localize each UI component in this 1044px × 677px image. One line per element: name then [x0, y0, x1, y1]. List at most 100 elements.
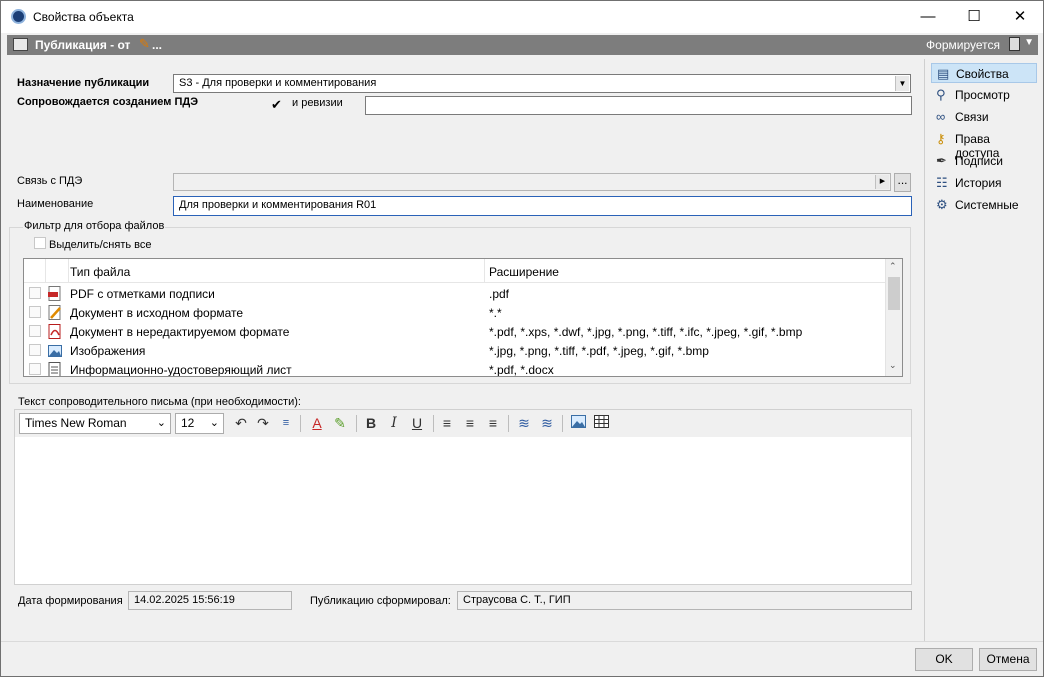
maximize-icon[interactable]: ☐ — [951, 1, 997, 33]
row-type: Информационно-удостоверяющий лист — [70, 363, 292, 377]
row-checkbox[interactable] — [29, 306, 41, 318]
sidebar-item-history[interactable]: ☷ История — [931, 173, 1037, 193]
column-header-type[interactable]: Тип файла — [70, 265, 130, 279]
sidebar-item-signatures[interactable]: ✒ Подписи — [931, 151, 1037, 171]
ok-button[interactable]: OK — [915, 648, 973, 671]
sidebar-nav: ▤ Свойства ⚲ Просмотр ∞ Связи ⚷ Права до… — [931, 63, 1039, 223]
sidebar-item-label: Системные — [955, 198, 1019, 212]
row-ext: *.jpg, *.png, *.tiff, *.pdf, *.jpeg, *.g… — [489, 344, 709, 358]
font-select[interactable]: Times New Roman ⌄ — [19, 413, 171, 434]
name-field[interactable]: Для проверки и комментирования R01 — [173, 196, 912, 216]
image-icon — [48, 343, 62, 358]
row-ext: *.* — [489, 306, 502, 320]
editor-toolbar: Times New Roman ⌄ 12 ⌄ ↶ ↷ ≡ A ✎ B I U ≡… — [15, 410, 911, 437]
sidebar-item-links[interactable]: ∞ Связи — [931, 107, 1037, 127]
sidebar-item-access[interactable]: ⚷ Права доступа — [931, 129, 1037, 161]
sidebar-item-label: История — [955, 176, 1002, 190]
status-text: Формируется — [926, 38, 1000, 52]
title-ellipsis: ... — [152, 38, 163, 52]
name-label: Наименование — [17, 198, 94, 210]
author-label: Публикацию сформировал: — [310, 595, 451, 607]
chevron-down-icon[interactable]: ⌄ — [210, 414, 219, 433]
table-row[interactable]: Документ в исходном формате *.* — [24, 303, 886, 322]
revision-field[interactable] — [365, 96, 912, 115]
letter-editor: Times New Roman ⌄ 12 ⌄ ↶ ↷ ≡ A ✎ B I U ≡… — [14, 409, 912, 585]
file-type-table: Тип файла Расширение PDF с отметками под… — [23, 258, 903, 377]
select-all-checkbox[interactable] — [34, 237, 46, 249]
publication-title: Публикация - от — [35, 38, 131, 52]
table-row[interactable]: Информационно-удостоверяющий лист *.pdf,… — [24, 360, 886, 377]
chevron-down-icon[interactable]: ⌄ — [889, 360, 897, 371]
sidebar-item-label: Подписи — [955, 154, 1003, 168]
italic-icon[interactable]: I — [384, 414, 404, 433]
table-row[interactable]: Документ в нередактируемом формате *.pdf… — [24, 322, 886, 341]
history-icon: ☷ — [936, 175, 948, 190]
align-left-icon[interactable]: ≡ — [437, 414, 457, 433]
pdf-icon — [48, 324, 62, 339]
system-icon: ⚙ — [936, 197, 948, 212]
sidebar-item-preview[interactable]: ⚲ Просмотр — [931, 85, 1037, 105]
status-menu-icon[interactable] — [1009, 37, 1020, 51]
highlight-icon[interactable]: ✎ — [330, 414, 350, 433]
sidebar-item-label: Свойства — [956, 67, 1009, 81]
filter-title: Фильтр для отбора файлов — [23, 220, 166, 232]
doc-edit-icon — [48, 305, 62, 320]
minimize-icon[interactable]: — — [905, 1, 951, 33]
title-bar: Свойства объекта — ☐ ✕ — [1, 1, 1043, 33]
table-scrollbar[interactable]: ⌃ ⌄ — [885, 259, 902, 376]
pde-label: Сопровождается созданием ПДЭ — [17, 96, 199, 108]
properties-window: Свойства объекта — ☐ ✕ Публикация - от ✎… — [0, 0, 1044, 677]
undo-icon[interactable]: ↶ — [231, 414, 251, 433]
size-select[interactable]: 12 ⌄ — [175, 413, 224, 434]
align-center-icon[interactable]: ≡ — [460, 414, 480, 433]
link-icon: ∞ — [936, 109, 946, 124]
row-type: Документ в нередактируемом формате — [70, 325, 290, 339]
table-row[interactable]: Изображения *.jpg, *.png, *.tiff, *.pdf,… — [24, 341, 886, 360]
chevron-down-icon[interactable]: ▼ — [895, 76, 909, 91]
sidebar-item-system[interactable]: ⚙ Системные — [931, 195, 1037, 215]
bullet-list-icon[interactable]: ≋ — [537, 414, 557, 433]
underline-icon[interactable]: U — [407, 414, 427, 433]
chevron-down-icon[interactable]: ⌄ — [157, 414, 166, 433]
sidebar-item-label: Связи — [955, 110, 989, 124]
chevron-right-icon[interactable]: ▶ — [875, 175, 889, 189]
bold-icon[interactable]: B — [361, 414, 381, 433]
row-checkbox[interactable] — [29, 287, 41, 299]
sidebar-item-properties[interactable]: ▤ Свойства — [931, 63, 1037, 83]
insert-table-icon[interactable] — [591, 414, 611, 433]
purpose-select[interactable]: S3 - Для проверки и комментирования ▼ — [173, 74, 911, 93]
purpose-value: S3 - Для проверки и комментирования — [179, 77, 377, 89]
chevron-down-icon[interactable]: ▼ — [1024, 37, 1034, 48]
scrollbar-thumb[interactable] — [888, 277, 900, 310]
cancel-button[interactable]: Отмена — [979, 648, 1037, 671]
table-row[interactable]: PDF с отметками подписи .pdf — [24, 284, 886, 303]
date-label: Дата формирования — [18, 595, 123, 607]
pde-link-field[interactable]: ▶ — [173, 173, 891, 191]
sidebar-item-label: Просмотр — [955, 88, 1010, 102]
pde-link-browse-button[interactable]: ... — [894, 173, 911, 192]
align-right-icon[interactable]: ≡ — [483, 414, 503, 433]
insert-image-icon[interactable] — [568, 414, 588, 433]
row-type: PDF с отметками подписи — [70, 287, 215, 301]
row-checkbox[interactable] — [29, 325, 41, 337]
author-field: Страусова С. Т., ГИП — [457, 591, 912, 610]
close-icon[interactable]: ✕ — [997, 1, 1043, 33]
redo-icon[interactable]: ↷ — [253, 414, 273, 433]
app-icon — [11, 9, 26, 24]
column-header-ext[interactable]: Расширение — [489, 265, 559, 279]
publication-header: Публикация - от ✎ ... Формируется ▼ — [7, 35, 1038, 55]
text-color-icon[interactable]: A — [307, 414, 327, 433]
row-checkbox[interactable] — [29, 344, 41, 356]
paragraph-format-icon[interactable]: ≡ — [276, 414, 296, 433]
pencil-icon[interactable]: ✎ — [139, 36, 150, 52]
magnifier-icon: ⚲ — [936, 87, 946, 102]
chevron-up-icon[interactable]: ⌃ — [889, 261, 897, 272]
properties-icon: ▤ — [937, 66, 950, 81]
row-checkbox[interactable] — [29, 363, 41, 375]
pen-icon: ✒ — [936, 153, 947, 168]
numbered-list-icon[interactable]: ≋ — [514, 414, 534, 433]
pde-checkbox[interactable]: ✔ — [271, 98, 284, 111]
row-ext: *.pdf, *.xps, *.dwf, *.jpg, *.png, *.tif… — [489, 325, 803, 339]
letter-textarea[interactable] — [15, 437, 911, 584]
printer-icon — [13, 38, 28, 51]
